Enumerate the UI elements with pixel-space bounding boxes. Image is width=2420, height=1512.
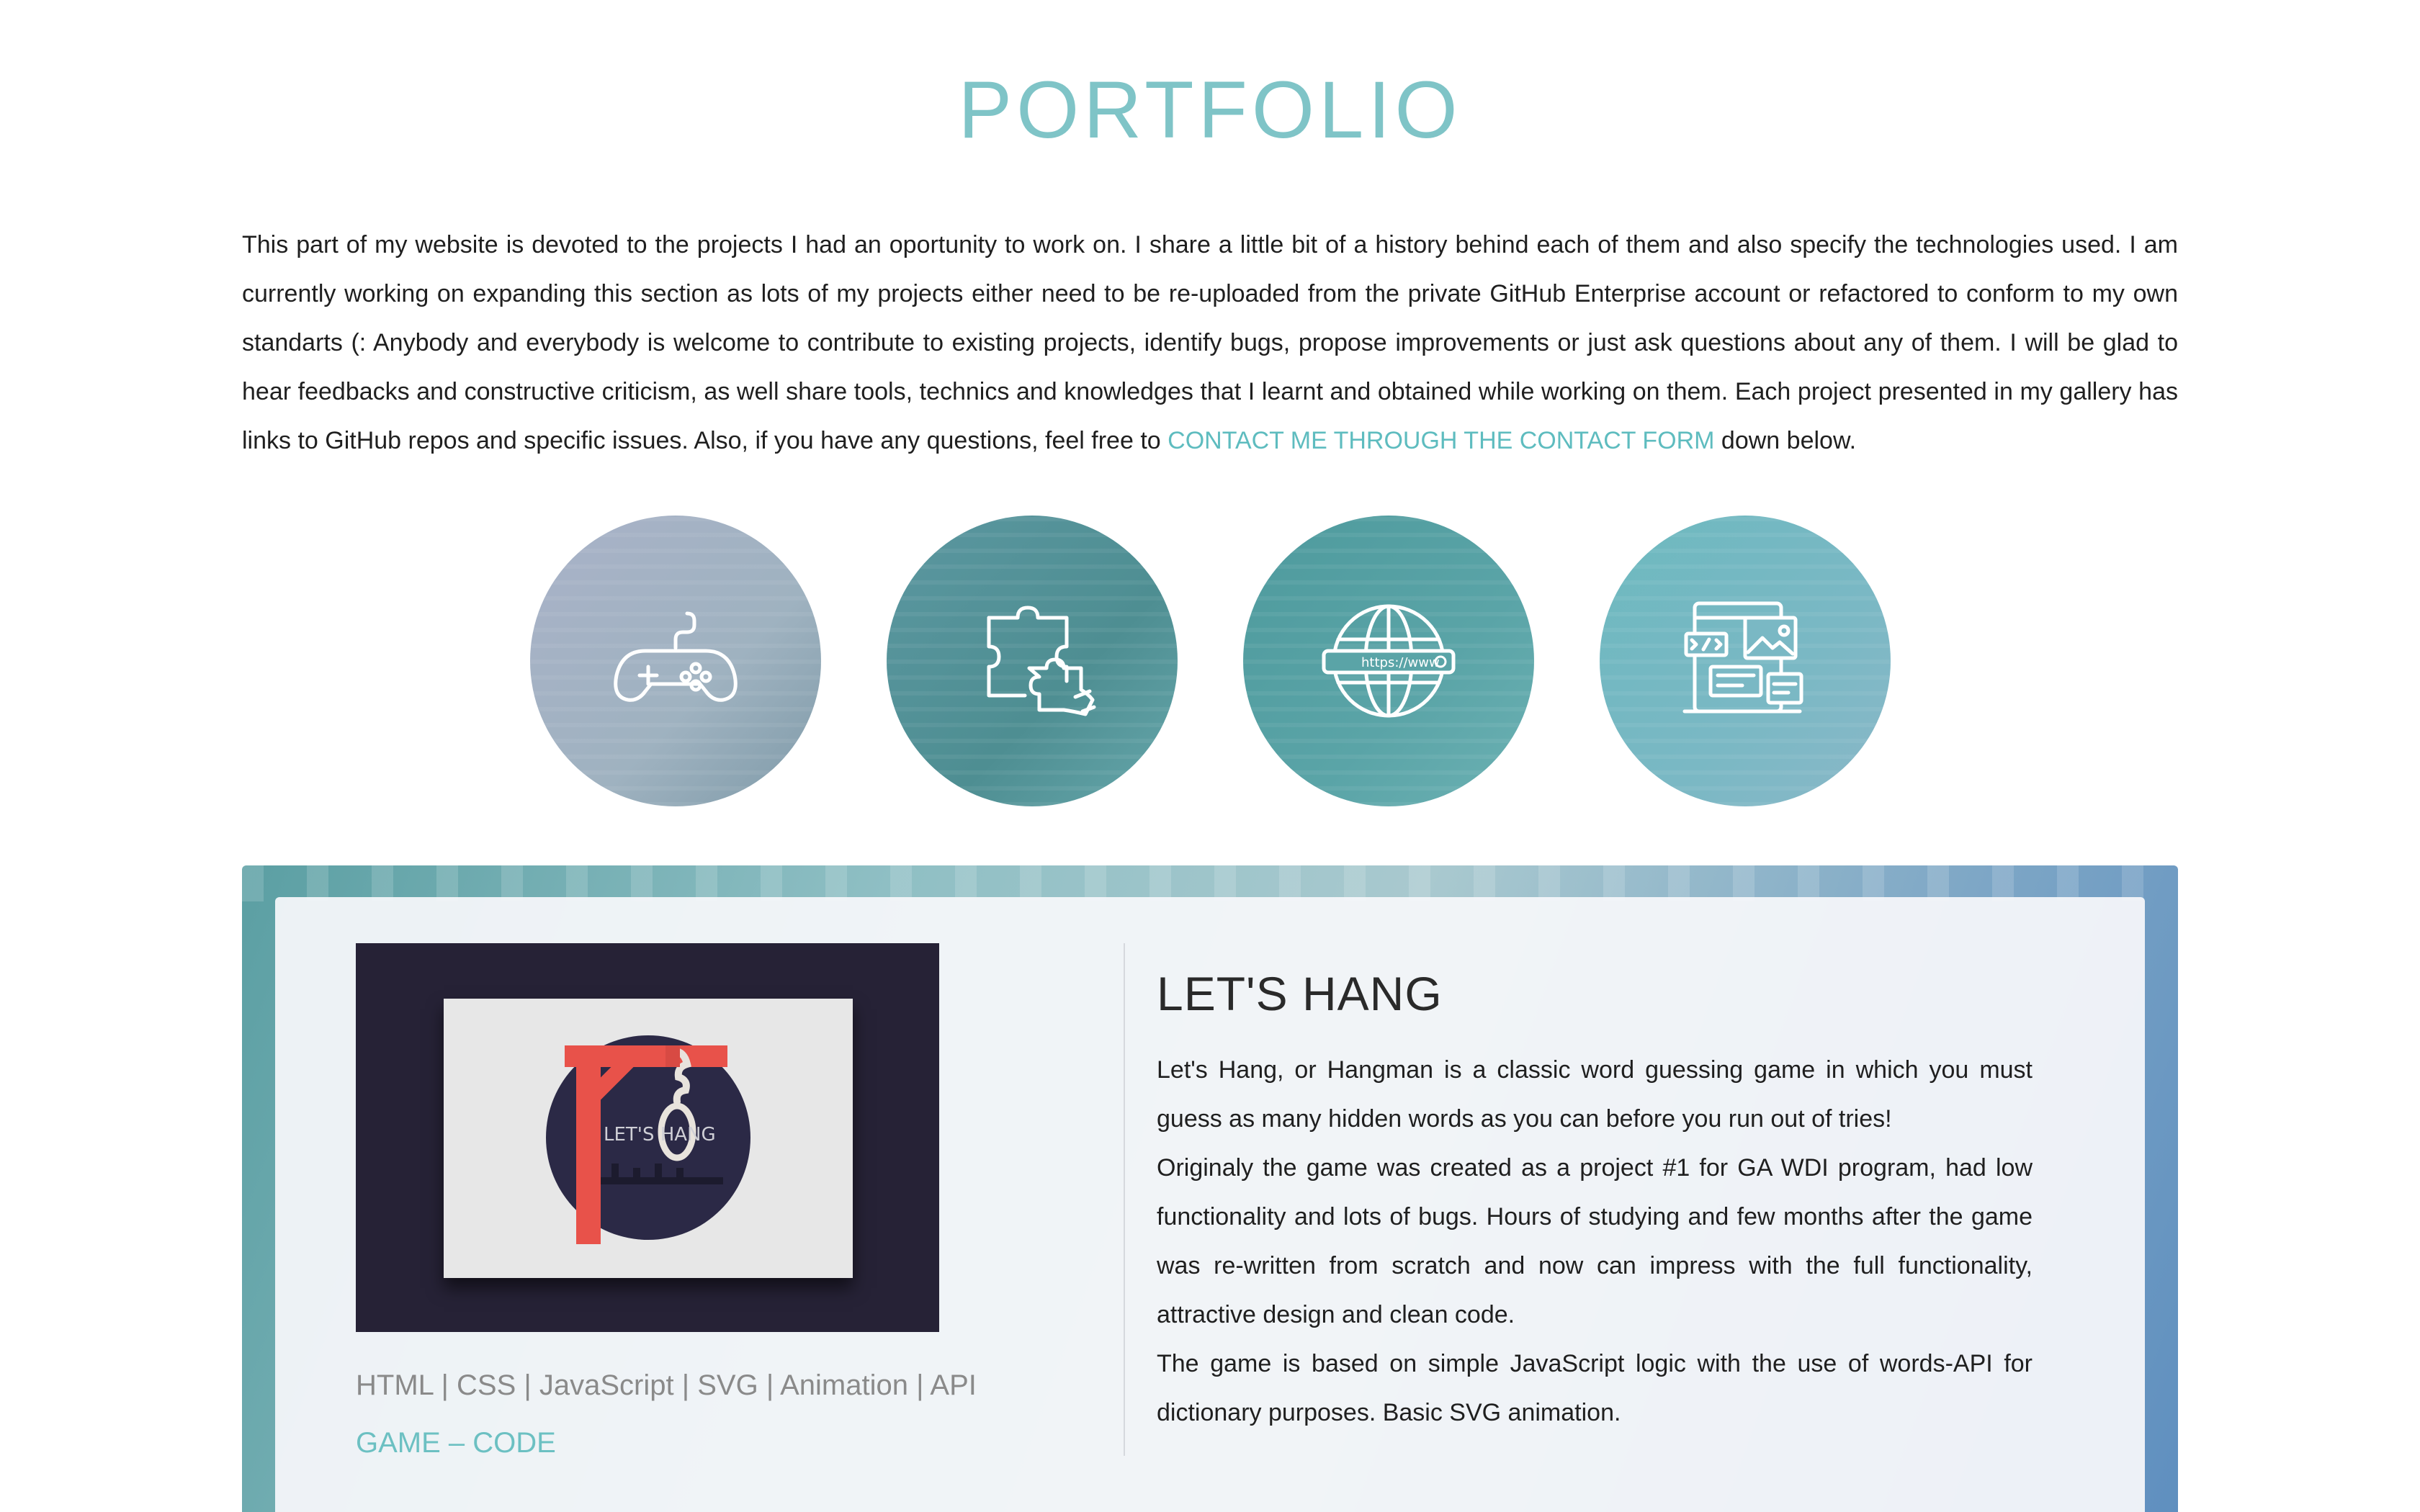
- description-paragraph: Originaly the game was created as a proj…: [1157, 1154, 2033, 1328]
- globe-www-icon: https://www: [1322, 604, 1456, 718]
- category-web-design[interactable]: [1600, 516, 1891, 806]
- code-link[interactable]: CODE: [472, 1427, 556, 1459]
- project-description: Let's Hang, or Hangman is a classic word…: [1157, 1045, 2033, 1437]
- description-paragraph: Let's Hang, or Hangman is a classic word…: [1157, 1056, 2033, 1133]
- contact-form-link[interactable]: CONTACT ME THROUGH THE CONTACT FORM: [1168, 427, 1714, 454]
- project-technologies: HTML | CSS | JavaScript | SVG | Animatio…: [356, 1369, 977, 1401]
- hangman-logo: LET'S HANG: [546, 1035, 750, 1244]
- puzzle-icon: [987, 606, 1096, 716]
- category-games[interactable]: [530, 516, 821, 806]
- category-web[interactable]: https://www: [1243, 516, 1534, 806]
- web-design-icon: [1682, 601, 1803, 714]
- category-puzzles[interactable]: [887, 516, 1178, 806]
- card-divider: [1124, 943, 1125, 1456]
- project-showcase: LET'S HANG HTML | CSS | JavaScript | SVG…: [242, 865, 2178, 1512]
- game-link[interactable]: GAME: [356, 1427, 441, 1459]
- intro-text-end: down below.: [1714, 427, 1857, 454]
- portfolio-section: PORTFOLIO This part of my website is dev…: [0, 0, 2420, 1512]
- page-title: PORTFOLIO: [958, 65, 1462, 155]
- project-thumbnail[interactable]: LET'S HANG: [356, 943, 939, 1332]
- project-title: LET'S HANG: [1157, 967, 1443, 1020]
- thumbnail-caption: LET'S HANG: [604, 1124, 716, 1146]
- svg-text:https://www: https://www: [1361, 655, 1440, 670]
- project-card: LET'S HANG HTML | CSS | JavaScript | SVG…: [275, 897, 2145, 1512]
- links-separator: –: [440, 1427, 473, 1459]
- description-paragraph: The game is based on simple JavaScript l…: [1157, 1350, 2033, 1426]
- project-links: GAME – CODE: [356, 1427, 556, 1459]
- intro-paragraph: This part of my website is devoted to th…: [242, 220, 2178, 465]
- intro-text: This part of my website is devoted to th…: [242, 231, 2178, 454]
- gamepad-icon: [614, 611, 738, 702]
